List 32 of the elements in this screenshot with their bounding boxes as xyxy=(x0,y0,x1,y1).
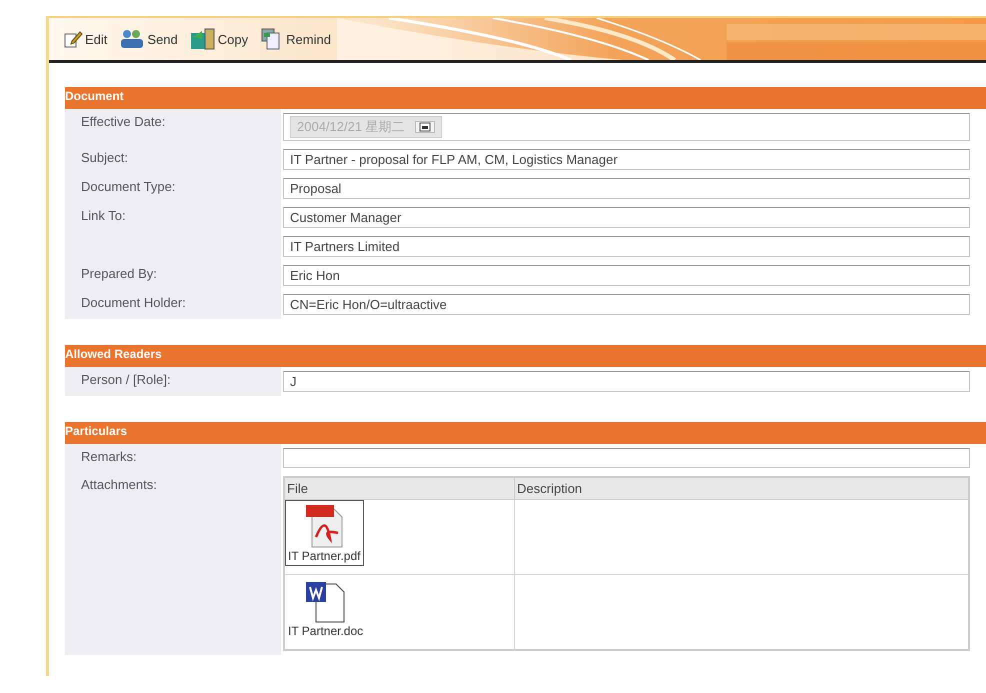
documents-icon xyxy=(190,27,216,51)
text-field[interactable]: J xyxy=(283,371,970,392)
text-field[interactable]: IT Partner - proposal for FLP AM, CM, Logistics Manager xyxy=(283,149,970,170)
text-field[interactable]: Proposal xyxy=(283,178,970,199)
field-label: Effective Date: xyxy=(65,109,281,145)
section-header: Allowed Readers xyxy=(65,345,986,367)
field-label: Subject: xyxy=(65,145,281,174)
text-field[interactable]: Customer Manager xyxy=(283,207,970,228)
toolbar-button[interactable]: Copy xyxy=(184,25,254,53)
field-label: Prepared By: xyxy=(65,261,281,290)
toolbar-button[interactable]: Remind xyxy=(254,25,337,53)
text-field[interactable]: IT Partners Limited xyxy=(283,236,970,257)
field-label: Document Holder: xyxy=(65,290,281,319)
field-label: Person / [Role]: xyxy=(65,367,281,396)
section-header: Particulars xyxy=(65,422,986,444)
section-header: Document xyxy=(65,87,986,109)
text-field[interactable]: Eric Hon xyxy=(283,265,970,286)
text-field[interactable] xyxy=(283,448,970,468)
field-label: Document Type: xyxy=(65,174,281,203)
date-value: 2004/12/21 星期二 xyxy=(297,118,405,136)
field-label: Remarks: xyxy=(65,444,281,472)
text-field[interactable]: CN=Eric Hon/O=ultraactive xyxy=(283,294,970,315)
column-header: File xyxy=(284,477,514,500)
column-header: Description xyxy=(514,477,969,500)
pencil-icon xyxy=(63,29,83,49)
attachment-file[interactable]: IT Partner.pdf xyxy=(285,500,364,566)
toolbar-button[interactable]: Send xyxy=(113,26,184,52)
calendar-icon xyxy=(418,122,431,132)
field-label: Link To: xyxy=(65,203,281,232)
field-label: Attachments: xyxy=(65,472,281,655)
toolbar-button[interactable]: Edit xyxy=(57,27,114,51)
people-icon xyxy=(119,28,146,50)
